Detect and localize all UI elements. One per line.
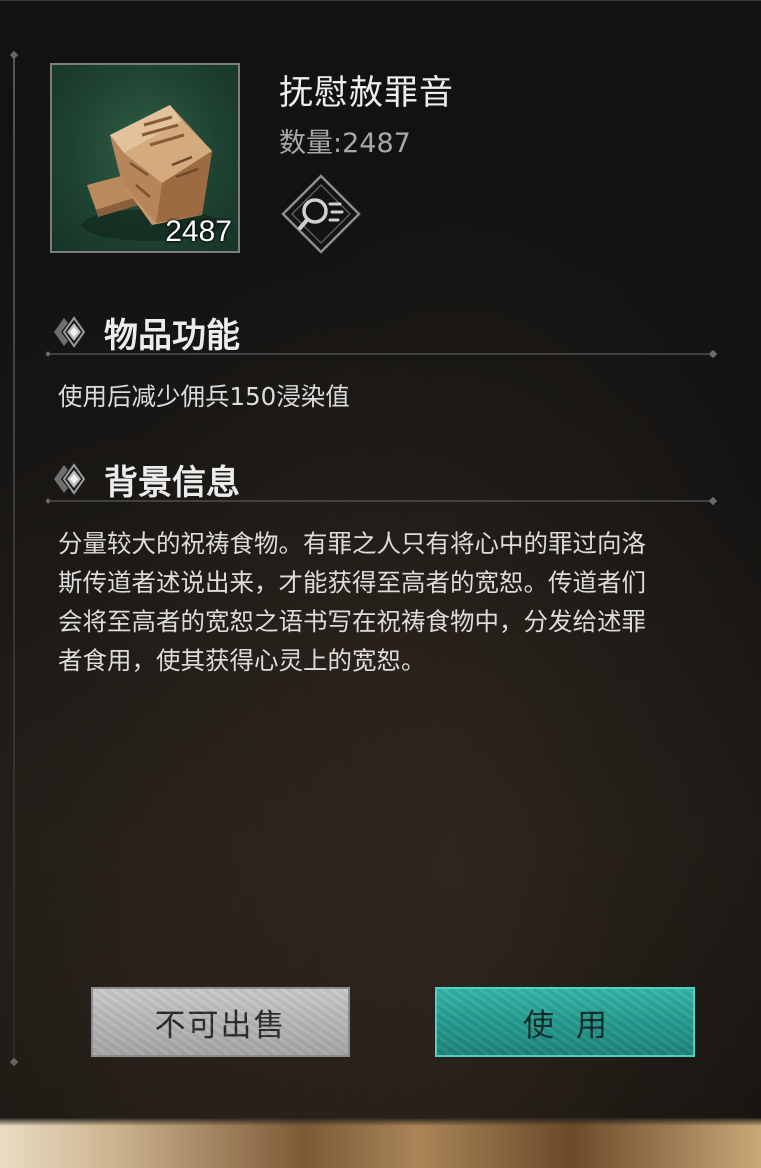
panel-edge-decoration <box>13 56 15 1061</box>
function-description: 使用后减少佣兵150浸染值 <box>58 382 350 411</box>
background-line: 会将至高者的宽恕之语书写在祝祷食物中，分发给述罪 <box>58 607 646 636</box>
item-name: 抚慰赦罪音 <box>279 73 454 113</box>
background-line: 斯传道者述说出来，才能获得至高者的宽恕。传道者们 <box>58 568 646 597</box>
background-scenery-strip <box>0 1118 761 1168</box>
use-button[interactable]: 使用 <box>435 987 695 1057</box>
section-header-background: 背景信息 <box>46 453 720 505</box>
item-quantity: 数量:2487 <box>279 128 411 159</box>
section-divider <box>46 497 718 505</box>
diamond-emblem-icon <box>54 316 86 348</box>
item-detail-panel: 2487 抚慰赦罪音 数量:2487 物品功能 使用后减少佣兵150浸染值 背景… <box>0 0 761 1118</box>
section-divider <box>46 350 718 358</box>
not-sellable-button[interactable]: 不可出售 <box>91 987 350 1057</box>
item-count-badge: 2487 <box>165 215 232 248</box>
magnifier-list-icon[interactable] <box>280 173 362 255</box>
item-image-frame: 2487 <box>50 63 240 253</box>
background-line: 分量较大的祝祷食物。有罪之人只有将心中的罪过向洛 <box>58 529 646 558</box>
diamond-emblem-icon <box>54 463 86 495</box>
background-description: 分量较大的祝祷食物。有罪之人只有将心中的罪过向洛 斯传道者述说出来，才能获得至高… <box>58 524 723 680</box>
section-header-function: 物品功能 <box>46 306 720 358</box>
background-line: 者食用，使其获得心灵上的宽恕。 <box>58 646 426 675</box>
